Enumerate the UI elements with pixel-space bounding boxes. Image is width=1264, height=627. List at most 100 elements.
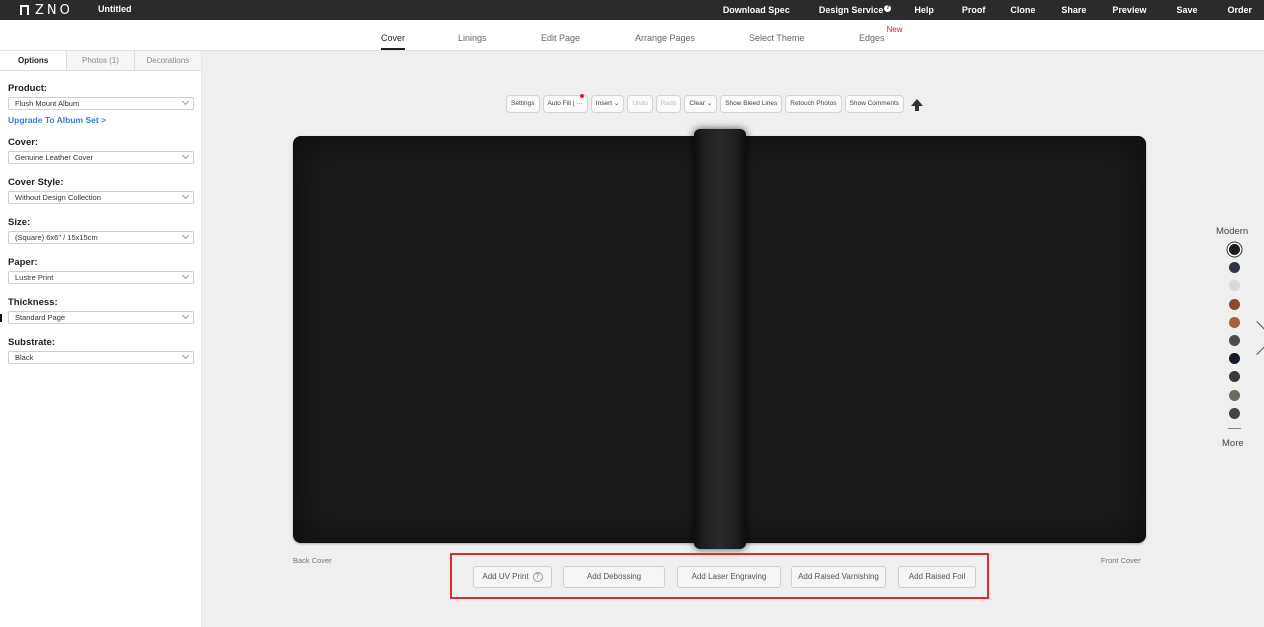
more-icon: ··· — [576, 100, 583, 107]
auto-fill-label: Auto Fill — [547, 100, 571, 107]
cover-style-label: Cover Style: — [8, 177, 64, 188]
panel-tab-decorations[interactable]: Decorations — [134, 51, 201, 70]
add-uv-print-button[interactable]: Add UV Print? — [473, 566, 552, 588]
panel-tab-photos[interactable]: Photos (1) — [67, 51, 135, 70]
chevron-down-icon — [181, 311, 190, 320]
help-circle-icon[interactable]: ? — [532, 571, 543, 582]
tab-arrange-pages[interactable]: Arrange Pages — [635, 33, 695, 43]
panel-tab-options[interactable]: Options — [0, 51, 68, 70]
paper-value: Lustre Print — [15, 273, 54, 282]
size-label: Size: — [8, 217, 31, 228]
substrate-select[interactable]: Black — [8, 351, 194, 364]
chevron-right-icon[interactable] — [1240, 321, 1264, 355]
tab-edges-label: Edges — [859, 33, 885, 43]
document-title[interactable]: Untitled — [98, 4, 132, 14]
thickness-label: Thickness: — [8, 297, 58, 308]
color-swatch[interactable] — [1229, 244, 1240, 255]
paper-label: Paper: — [8, 257, 38, 268]
chevron-down-icon — [181, 231, 190, 240]
swatch-divider — [1228, 428, 1241, 429]
thickness-select[interactable]: Standard Page — [8, 311, 194, 324]
add-laser-engraving-button[interactable]: Add Laser Engraving — [677, 566, 781, 588]
new-badge: New — [886, 25, 903, 34]
add-debossing-button[interactable]: Add Debossing — [563, 566, 665, 588]
auto-fill-button[interactable]: Auto Fill | ··· — [542, 94, 588, 113]
tab-cover[interactable]: Cover — [381, 33, 406, 50]
more-colors-link[interactable]: More — [1222, 438, 1244, 449]
download-spec-link[interactable]: Download Spec — [723, 5, 790, 15]
album-cover-canvas[interactable] — [293, 129, 1146, 549]
color-swatch[interactable] — [1229, 389, 1240, 401]
upload-arrow-icon[interactable] — [911, 98, 924, 111]
panel-tabs: Options Photos (1) Decorations — [0, 51, 201, 71]
size-value: (Square) 6x6" / 15x15cm — [15, 233, 98, 242]
add-raised-varnishing-button[interactable]: Add Raised Varnishing — [791, 566, 886, 588]
substrate-label: Substrate: — [8, 337, 55, 348]
color-swatch[interactable] — [1229, 316, 1240, 328]
swatch-group-title: Modern — [1216, 226, 1249, 237]
paper-select[interactable]: Lustre Print — [8, 271, 194, 284]
clear-button[interactable]: Clear ⌄ — [684, 95, 718, 113]
chevron-down-icon — [181, 351, 190, 360]
add-uv-print-label: Add UV Print — [482, 572, 529, 581]
redo-button[interactable]: Redo — [655, 95, 682, 113]
color-swatch[interactable] — [1229, 262, 1240, 274]
top-nav: Download Spec Design Service? Help Proof… — [723, 0, 1264, 20]
notification-dot-icon — [579, 94, 584, 98]
color-swatch[interactable] — [1229, 353, 1240, 365]
chevron-down-icon — [181, 191, 190, 200]
clone-link[interactable]: Clone — [1010, 5, 1035, 15]
settings-button[interactable]: Settings — [506, 95, 540, 113]
order-link[interactable]: Order — [1227, 5, 1252, 15]
canvas-toolbar: Settings Auto Fill | ··· Insert ⌄ Undo R… — [506, 94, 924, 114]
color-swatch[interactable] — [1229, 371, 1240, 383]
zno-logo[interactable]: ZNO — [20, 2, 73, 18]
product-select[interactable]: Flush Mount Album — [8, 97, 194, 110]
product-label: Product: — [8, 83, 48, 94]
tab-select-theme[interactable]: Select Theme — [749, 33, 804, 43]
proof-link[interactable]: Proof — [962, 5, 986, 15]
logo-text: ZNO — [35, 2, 73, 18]
cover-style-select[interactable]: Without Design Collection — [8, 191, 194, 204]
product-value: Flush Mount Album — [15, 99, 80, 108]
show-bleed-lines-button[interactable]: Show Bleed Lines — [720, 95, 783, 113]
save-link[interactable]: Save — [1176, 5, 1197, 15]
insert-button[interactable]: Insert ⌄ — [590, 95, 625, 113]
preview-link[interactable]: Preview — [1112, 5, 1146, 15]
tab-edges[interactable]: Edges New — [859, 25, 903, 43]
editor-tab-bar: Cover Linings Edit Page Arrange Pages Se… — [0, 20, 1264, 51]
top-bar: ZNO Untitled Download Spec Design Servic… — [0, 0, 1264, 20]
help-link[interactable]: Help — [914, 5, 934, 15]
options-panel: Options Photos (1) Decorations Product: … — [0, 51, 202, 627]
retouch-photos-button[interactable]: Retouch Photos — [785, 95, 842, 113]
logo-mark-icon — [20, 5, 29, 15]
chevron-down-icon — [181, 151, 190, 160]
cursor-marker — [0, 314, 2, 322]
color-swatch[interactable] — [1229, 335, 1240, 346]
cover-select[interactable]: Genuine Leather Cover — [8, 151, 194, 164]
upgrade-album-set-link[interactable]: Upgrade To Album Set > — [8, 115, 194, 125]
album-spine — [694, 129, 746, 549]
cover-style-value: Without Design Collection — [15, 193, 101, 202]
color-swatch[interactable] — [1229, 280, 1240, 292]
undo-button[interactable]: Undo — [627, 95, 653, 113]
add-raised-foil-button[interactable]: Add Raised Foil — [898, 566, 976, 588]
color-swatch[interactable] — [1229, 298, 1240, 310]
chevron-down-icon — [181, 97, 190, 106]
design-service-label: Design Service — [818, 5, 884, 15]
tab-linings[interactable]: Linings — [458, 33, 487, 43]
cover-value: Genuine Leather Cover — [15, 153, 93, 162]
chevron-down-icon — [181, 271, 190, 280]
options-form: Product: Flush Mount Album Upgrade To Al… — [0, 71, 201, 364]
size-select[interactable]: (Square) 6x6" / 15x15cm — [8, 231, 194, 244]
show-comments-button[interactable]: Show Comments — [844, 95, 905, 113]
help-badge-icon: ? — [884, 5, 892, 12]
color-swatch[interactable] — [1229, 407, 1240, 419]
share-link[interactable]: Share — [1061, 5, 1086, 15]
tab-edit-page[interactable]: Edit Page — [541, 33, 580, 43]
substrate-value: Black — [15, 353, 34, 362]
design-service-link[interactable]: Design Service? — [819, 5, 892, 15]
thickness-value: Standard Page — [15, 313, 66, 322]
cover-actions-highlight: Add UV Print? Add Debossing Add Laser En… — [450, 553, 989, 599]
back-cover-label: Back Cover — [293, 556, 332, 565]
